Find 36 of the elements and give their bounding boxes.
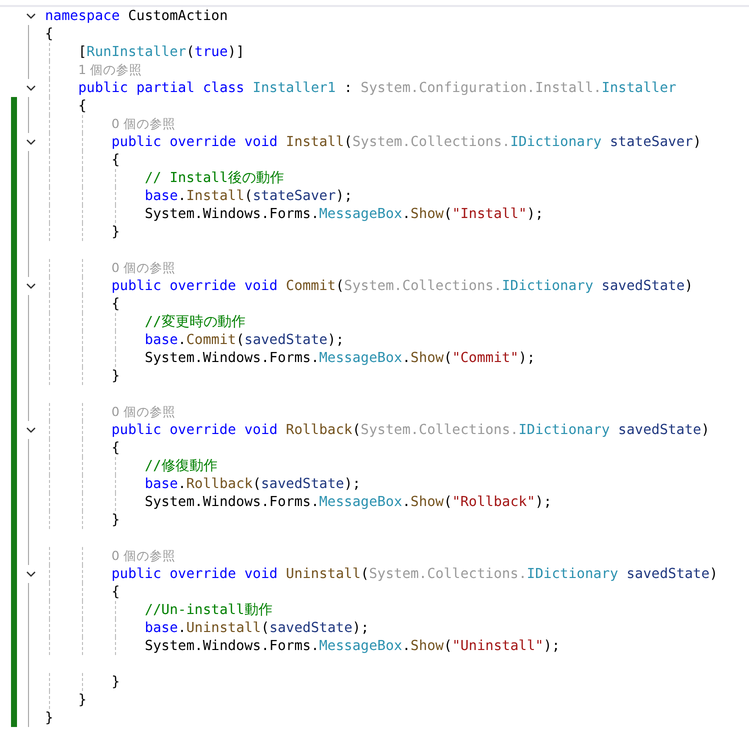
code-line: { <box>111 295 120 313</box>
code-line: // Install後の動作 <box>144 169 284 187</box>
reference-count-link[interactable]: 0 個の参照 <box>111 547 176 565</box>
code-line: } <box>111 511 120 529</box>
code-line: } <box>78 691 87 709</box>
code-line: { <box>45 25 54 43</box>
code-line: public partial class Installer1 : System.Configuration.Install.Installer <box>78 79 676 97</box>
code-line: { <box>111 151 120 169</box>
code-line: System.Windows.Forms.MessageBox.Show("Uninstall"); <box>144 637 560 655</box>
code-line: //修復動作 <box>144 457 218 475</box>
reference-count-link[interactable]: 0 個の参照 <box>111 403 176 421</box>
code-line: } <box>45 709 54 727</box>
code-line: public override void Uninstall(System.Collections.IDictionary savedState) <box>111 565 718 583</box>
reference-count-link[interactable]: 0 個の参照 <box>111 115 176 133</box>
code-line: { <box>111 583 120 601</box>
code-line: public override void Rollback(System.Collections.IDictionary savedState) <box>111 421 710 439</box>
code-line: { <box>111 439 120 457</box>
code-line: { <box>78 97 87 115</box>
code-line: public override void Commit(System.Collections.IDictionary savedState) <box>111 277 693 295</box>
code-line: base.Rollback(savedState); <box>144 475 361 493</box>
code-line: namespace CustomAction <box>45 7 228 25</box>
reference-count-link[interactable]: 0 個の参照 <box>111 259 176 277</box>
code-line: //Un-install動作 <box>144 601 272 619</box>
code-line: System.Windows.Forms.MessageBox.Show("Rollback"); <box>144 493 552 511</box>
code-line: System.Windows.Forms.MessageBox.Show("Commit"); <box>144 349 536 367</box>
code-line: } <box>111 223 120 241</box>
code-line: public override void Install(System.Collections.IDictionary stateSaver) <box>111 133 702 151</box>
code-line: //変更時の動作 <box>144 313 246 331</box>
code-line: base.Uninstall(savedState); <box>144 619 370 637</box>
code-line: System.Windows.Forms.MessageBox.Show("Install"); <box>144 205 544 223</box>
code-line: } <box>111 673 120 691</box>
code-line: } <box>111 367 120 385</box>
code-line: base.Install(stateSaver); <box>144 187 352 205</box>
code-line: [RunInstaller(true)] <box>78 43 244 61</box>
code-line: base.Commit(savedState); <box>144 331 344 349</box>
reference-count-link[interactable]: 1 個の参照 <box>78 61 142 79</box>
